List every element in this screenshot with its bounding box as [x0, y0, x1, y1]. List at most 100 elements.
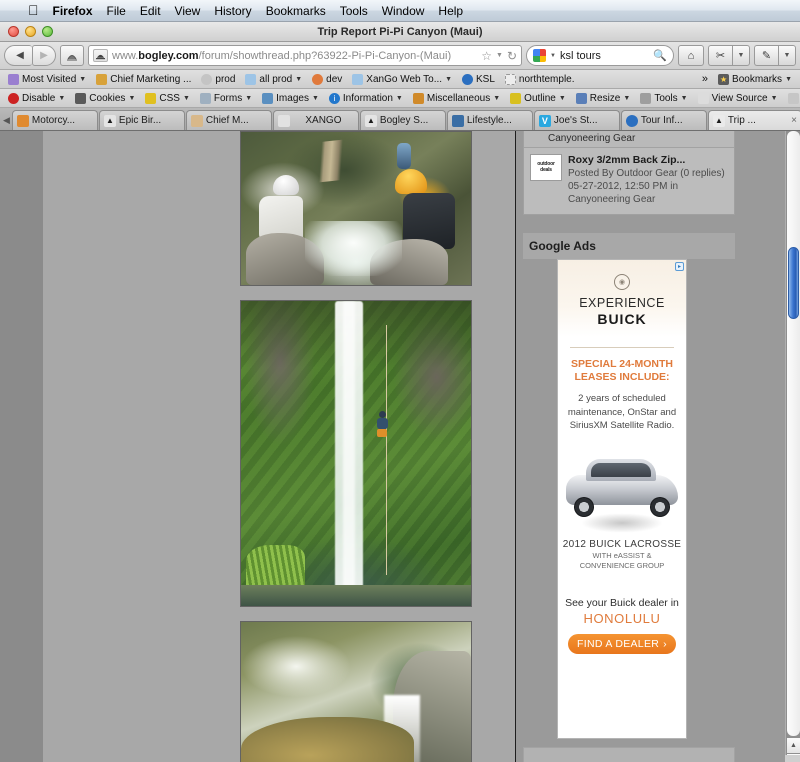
bogley-favicon: ▲	[103, 114, 116, 127]
chevron-down-icon: ▼	[295, 75, 303, 83]
bookmark-chief-marketing[interactable]: Chief Marketing ...	[92, 73, 195, 85]
waterfall-core	[343, 301, 355, 594]
star-icon[interactable]: ☆	[481, 49, 492, 63]
become-a-bigshot-heading: Become a BigShot	[524, 748, 734, 762]
bookmark-prod[interactable]: prod	[197, 73, 239, 85]
zoom-window-button[interactable]	[42, 26, 53, 37]
menu-item-bookmarks[interactable]: Bookmarks	[266, 4, 326, 18]
reload-icon[interactable]: ↻	[507, 49, 517, 63]
ad-model-sub-line1: WITH eASSIST &	[592, 551, 652, 561]
devtool-information[interactable]: i Information ▼	[325, 92, 407, 104]
window-resize-grip[interactable]	[785, 755, 800, 762]
chevron-down-icon[interactable]: ▼	[778, 45, 796, 66]
devtool-view-source[interactable]: View Source ▼	[694, 92, 782, 104]
tab-tour-info[interactable]: Tour Inf...	[620, 110, 707, 130]
bookmarks-menu-button[interactable]: ★ Bookmarks ▼	[714, 73, 796, 85]
tab-bogley-site[interactable]: ▲ Bogley S...	[359, 110, 446, 130]
page-favicon	[93, 49, 108, 62]
scrollbar-track[interactable]	[787, 131, 800, 736]
chevron-down-icon: ▼	[245, 94, 253, 102]
find-a-dealer-button[interactable]: FIND A DEALER ›	[568, 633, 676, 654]
menu-item-view[interactable]: View	[175, 4, 201, 18]
tab-chief-marketing[interactable]: Chief M...	[185, 110, 272, 130]
minimize-window-button[interactable]	[25, 26, 36, 37]
canyoneers-in-pool-photo[interactable]	[240, 131, 472, 286]
devtool-resize[interactable]: Resize ▼	[572, 92, 635, 104]
menu-item-firefox[interactable]: Firefox	[53, 4, 93, 18]
search-icon[interactable]: 🔍	[653, 49, 667, 62]
home-button[interactable]: ⌂	[678, 45, 704, 66]
buick-shield-icon: ◉	[614, 274, 630, 291]
chevron-down-icon[interactable]: ▼	[550, 53, 556, 59]
scroll-left-icon[interactable]: ◀	[2, 115, 12, 130]
information-icon: i	[328, 92, 340, 104]
bookmarks-toolbar: Most Visited ▼ Chief Marketing ... prod …	[0, 70, 800, 89]
bookmark-xango-web-tools[interactable]: XanGo Web To... ▼	[348, 73, 456, 85]
ad-divider	[570, 346, 674, 348]
waterfall-rappel-photo[interactable]	[240, 300, 472, 607]
ad-model-name: 2012 BUICK LACROSSE	[562, 539, 682, 551]
menu-item-help[interactable]: Help	[438, 4, 463, 18]
search-bar[interactable]: ▼ ksl tours 🔍	[526, 45, 674, 66]
eyedropper-icon[interactable]: ✂	[708, 45, 732, 66]
bookmark-ksl[interactable]: KSL	[458, 73, 499, 85]
chevron-down-icon: ▼	[128, 94, 136, 102]
distant-person	[397, 142, 412, 169]
menu-item-window[interactable]: Window	[382, 4, 425, 18]
bookmarks-overflow-button[interactable]: »	[698, 73, 712, 85]
devtool-tools[interactable]: Tools ▼	[636, 92, 691, 104]
devtool-forms[interactable]: Forms ▼	[196, 92, 256, 104]
tab-trip-report[interactable]: ▲ Trip ... ×	[707, 110, 800, 130]
back-button[interactable]: ◀	[4, 45, 32, 66]
sidebar-post-forum[interactable]: Canyoneering Gear	[568, 193, 728, 206]
url-bar[interactable]: www.bogley.com/forum/showthread.php?6392…	[88, 45, 522, 66]
star-folder-icon: ★	[718, 73, 730, 85]
navigation-toolbar: ◀ ▶ www.bogley.com/forum/showthread.php?…	[0, 42, 800, 70]
scrollbar-thumb[interactable]	[788, 247, 799, 319]
tab-lifestyle[interactable]: Lifestyle...	[446, 110, 533, 130]
forward-button[interactable]: ▶	[32, 45, 56, 66]
devtool-outline[interactable]: Outline ▼	[506, 92, 570, 104]
apple-logo-icon[interactable]: 	[28, 3, 39, 17]
bookmark-northtemple[interactable]: northtemple.	[501, 73, 579, 85]
outline-pencil-icon	[510, 92, 522, 104]
tab-epic-birthday[interactable]: ▲ Epic Bir...	[98, 110, 185, 130]
menu-item-edit[interactable]: Edit	[140, 4, 161, 18]
previous-post-forum-label[interactable]: Canyoneering Gear	[524, 131, 734, 148]
post-right-padding	[485, 131, 515, 762]
devtool-miscellaneous[interactable]: Miscellaneous ▼	[409, 92, 504, 104]
stream-pool-photo[interactable]	[240, 621, 472, 762]
chevron-down-icon[interactable]: ▼	[496, 52, 503, 59]
tab-xango[interactable]: XANGO	[272, 110, 359, 130]
chevron-down-icon[interactable]: ▼	[732, 45, 750, 66]
scroll-up-icon[interactable]: ▲	[787, 738, 800, 753]
bookmark-dev[interactable]: dev	[308, 73, 346, 85]
resize-icon	[575, 92, 587, 104]
devtool-disable[interactable]: Disable ▼	[4, 92, 69, 104]
bookmark-all-prod[interactable]: all prod ▼	[241, 73, 306, 85]
tab-motorcycle[interactable]: Motorcy...	[11, 110, 98, 130]
devtool-images[interactable]: Images ▼	[258, 92, 323, 104]
google-ad-unit[interactable]: ▸ ◉ EXPERIENCE BUICK SPECIAL 24-MONTH LE…	[557, 259, 687, 740]
adchoices-icon[interactable]: ▸	[675, 262, 684, 272]
post-body-column	[240, 131, 485, 762]
page-vertical-scrollbar[interactable]: ▲ ▼	[785, 131, 800, 762]
sidebar-post-item[interactable]: outdoor deals Roxy 3/2mm Back Zip... Pos…	[524, 148, 734, 215]
web-developer-toolbar: Disable ▼ Cookies ▼ CSS ▼ Forms ▼ Images ▼ i …	[0, 89, 800, 108]
search-input-value[interactable]: ksl tours	[560, 50, 649, 62]
bookmark-most-visited[interactable]: Most Visited ▼	[4, 73, 90, 85]
devtool-options[interactable]: Options	[784, 92, 800, 104]
devtool-cookies[interactable]: Cookies ▼	[71, 92, 139, 104]
site-identity-button[interactable]	[60, 45, 84, 66]
pen-icon[interactable]: ✎	[754, 45, 778, 66]
menu-item-history[interactable]: History	[214, 4, 251, 18]
tab-joes-stuff[interactable]: V Joe's St...	[533, 110, 620, 130]
chevron-down-icon: ▼	[395, 94, 403, 102]
close-window-button[interactable]	[8, 26, 19, 37]
devtool-css[interactable]: CSS ▼	[141, 92, 194, 104]
close-icon[interactable]: ×	[791, 115, 797, 126]
sidebar-post-title[interactable]: Roxy 3/2mm Back Zip...	[568, 154, 728, 167]
menu-item-file[interactable]: File	[107, 4, 126, 18]
menu-item-tools[interactable]: Tools	[340, 4, 368, 18]
